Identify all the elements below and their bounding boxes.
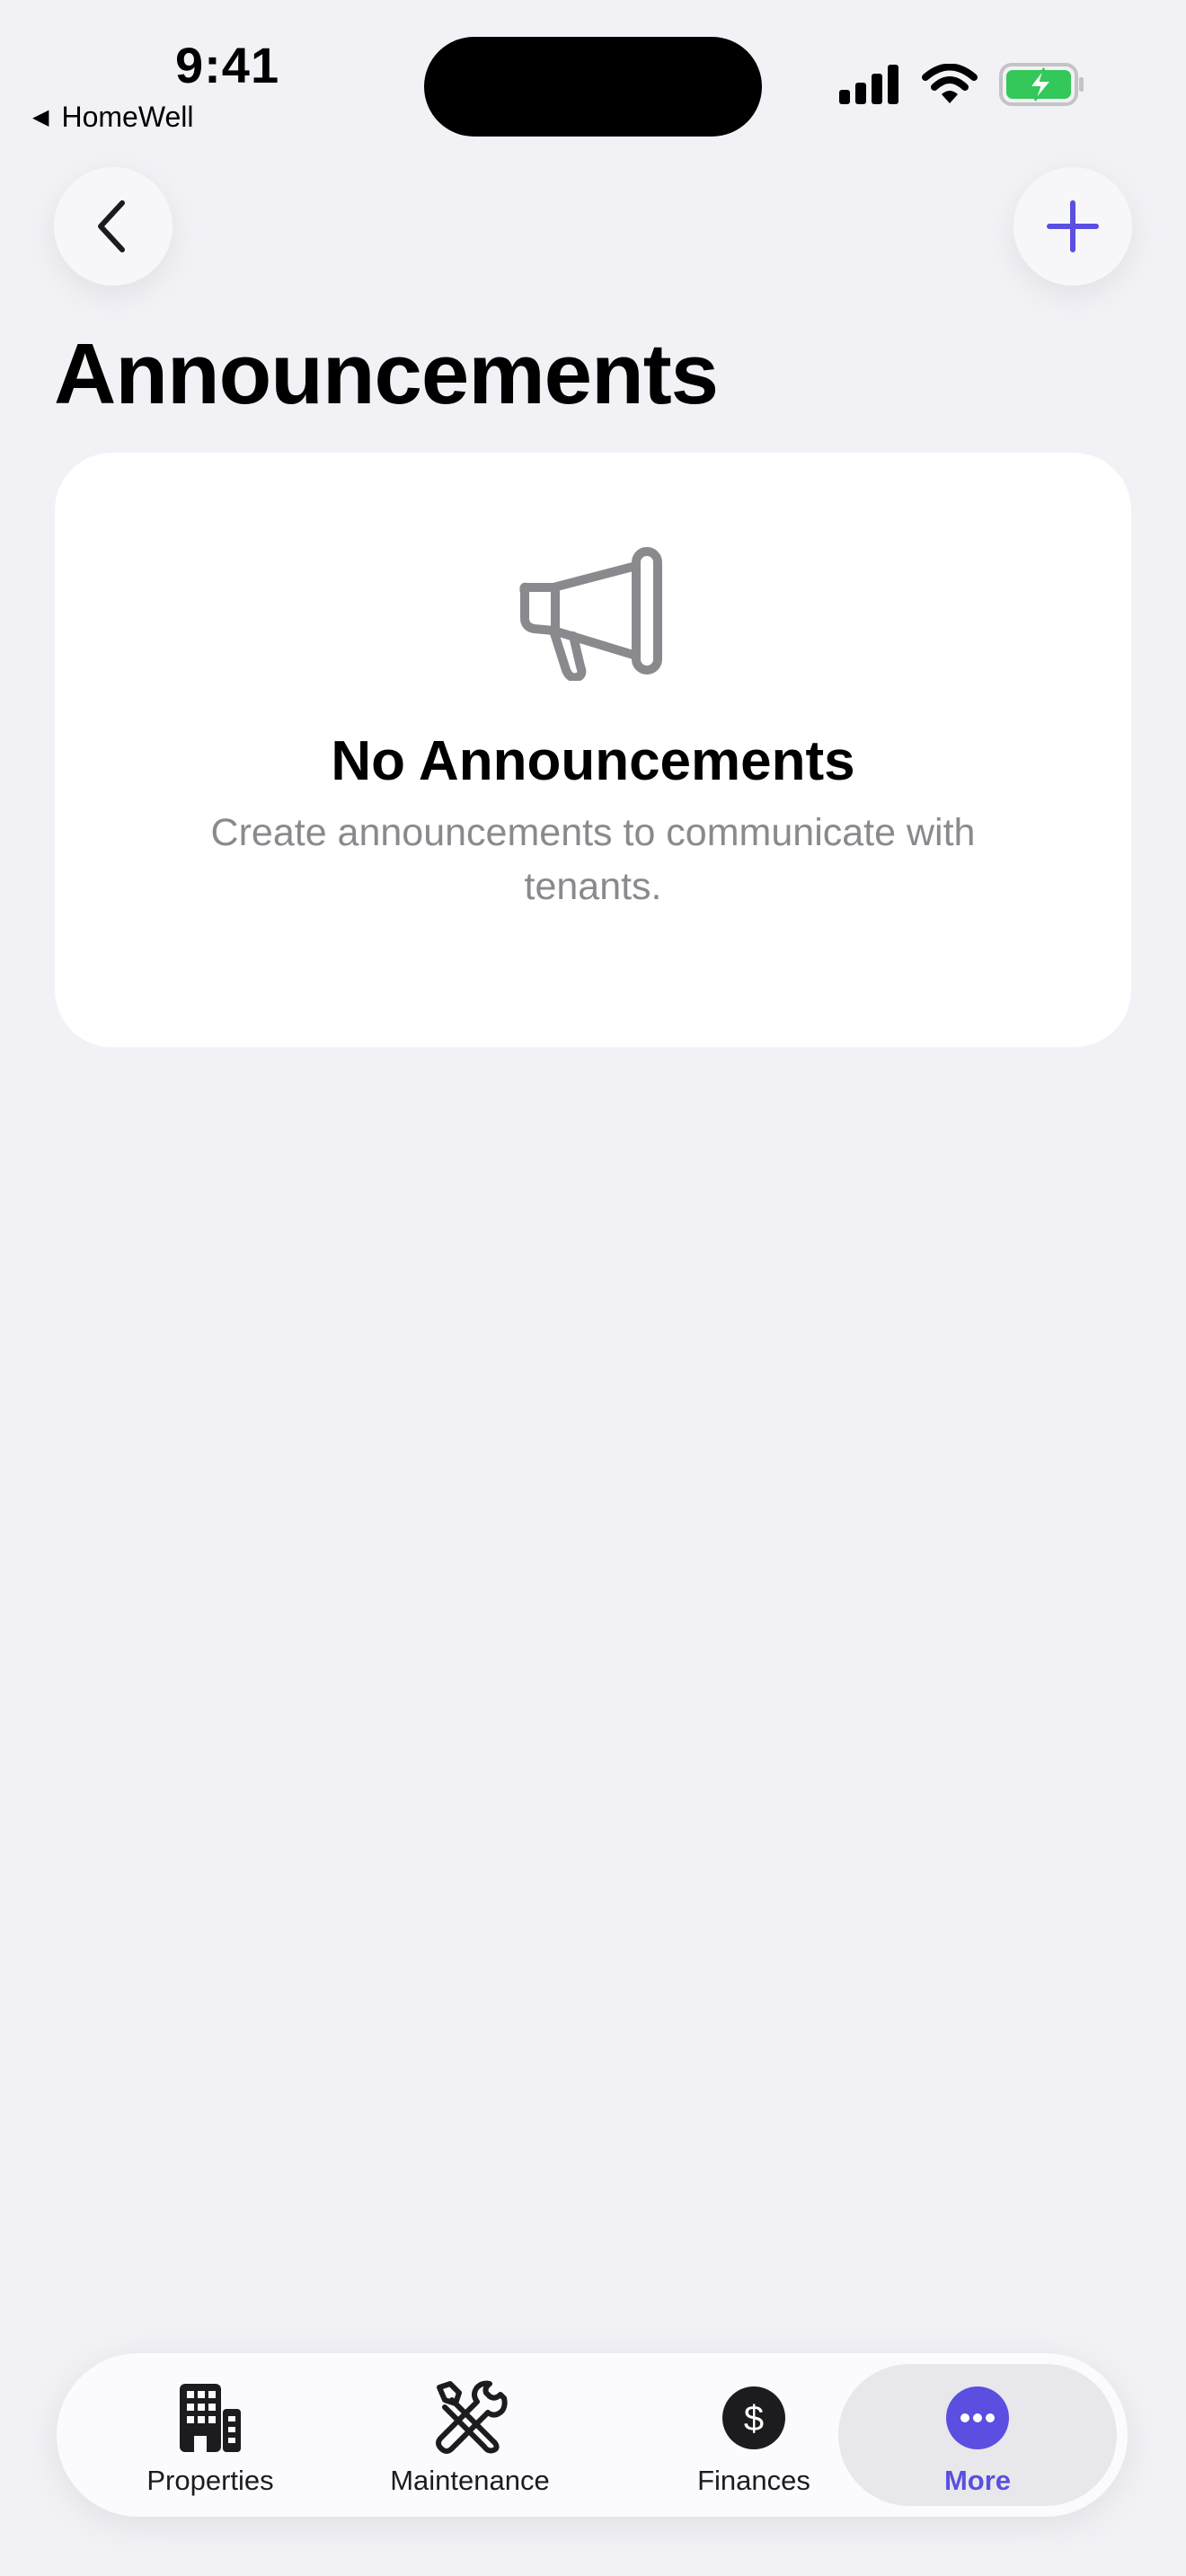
empty-state-card: No Announcements Create announcements to…	[55, 453, 1131, 1047]
battery-charging-icon	[999, 63, 1084, 106]
tab-more[interactable]: More	[838, 2364, 1117, 2506]
tab-maintenance[interactable]: Maintenance	[364, 2353, 576, 2517]
status-icons	[839, 63, 1085, 106]
tab-label-finances: Finances	[697, 2465, 810, 2496]
more-ellipsis-icon	[946, 2386, 1009, 2449]
tab-bar: Properties Maintenance $ Finances More	[57, 2353, 1128, 2517]
empty-state-title: No Announcements	[331, 730, 855, 792]
megaphone-icon	[519, 547, 662, 681]
tab-label-properties: Properties	[146, 2465, 274, 2496]
chevron-left-icon	[98, 200, 125, 252]
status-time: 9:41	[175, 37, 280, 93]
dynamic-island	[424, 37, 762, 137]
tab-properties[interactable]: Properties	[109, 2353, 312, 2517]
building-icon	[180, 2384, 241, 2452]
tools-icon	[436, 2380, 508, 2454]
cellular-signal-icon	[839, 65, 898, 104]
dollar-circle-icon: $	[722, 2386, 785, 2449]
back-to-app-link[interactable]: ◀ HomeWell	[32, 101, 193, 134]
wifi-icon	[922, 64, 978, 103]
plus-icon	[1047, 200, 1099, 252]
add-announcement-button[interactable]	[1013, 167, 1132, 286]
svg-text:$: $	[744, 2399, 764, 2439]
back-button[interactable]	[54, 167, 173, 286]
tab-finances[interactable]: $ Finances	[664, 2353, 844, 2517]
tab-label-more: More	[943, 2465, 1012, 2496]
status-bar: 9:41 ◀ HomeWell	[0, 0, 1186, 144]
back-app-label: HomeWell	[61, 101, 194, 133]
page-title: Announcements	[54, 326, 719, 422]
tab-label-maintenance: Maintenance	[390, 2465, 550, 2496]
empty-state-description: Create announcements to communicate with…	[210, 811, 976, 908]
back-triangle-icon: ◀	[32, 105, 49, 129]
